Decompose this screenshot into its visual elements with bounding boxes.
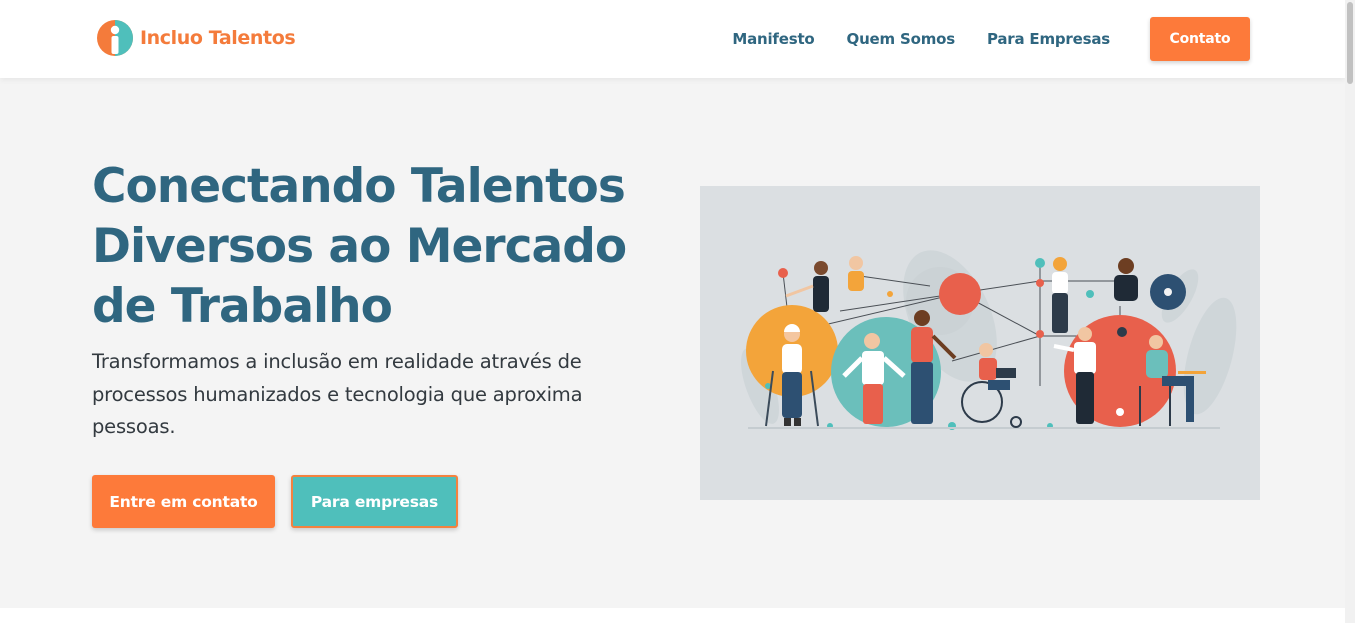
nav-link-quem-somos[interactable]: Quem Somos — [847, 30, 956, 48]
entre-em-contato-button[interactable]: Entre em contato — [92, 475, 275, 528]
contato-button[interactable]: Contato — [1150, 17, 1250, 61]
scrollbar-thumb[interactable] — [1347, 2, 1353, 84]
page-scrollbar[interactable] — [1345, 0, 1355, 623]
hero-section: Conectando Talentos Diversos ao Mercado … — [0, 78, 1350, 608]
site-header: Incluo Talentos Manifesto Quem Somos Par… — [0, 0, 1345, 78]
main-nav: Manifesto Quem Somos Para Empresas Conta… — [732, 0, 1250, 78]
nav-link-manifesto[interactable]: Manifesto — [732, 30, 814, 48]
page: Incluo Talentos Manifesto Quem Somos Par… — [0, 0, 1355, 623]
para-empresas-button[interactable]: Para empresas — [291, 475, 458, 528]
nav-link-para-empresas[interactable]: Para Empresas — [987, 30, 1110, 48]
logo-link[interactable]: Incluo Talentos — [96, 19, 296, 57]
hero-illustration — [700, 186, 1260, 500]
hero-title: Conectando Talentos Diversos ao Mercado … — [92, 159, 627, 334]
incluo-logo-icon — [97, 20, 133, 56]
logo-text: Incluo Talentos — [140, 27, 296, 49]
diverse-people-network-illustration — [741, 250, 1237, 430]
hero-subtitle: Transformamos a inclusão em realidade at… — [92, 350, 583, 438]
